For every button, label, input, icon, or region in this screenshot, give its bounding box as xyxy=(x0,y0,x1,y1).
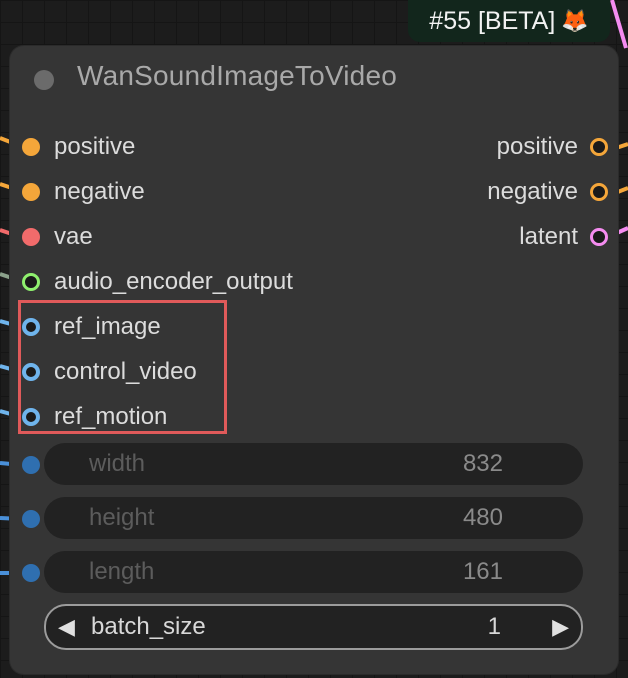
input-label: vae xyxy=(54,223,93,250)
input-label: audio_encoder_output xyxy=(54,268,293,295)
widget-value: 832 xyxy=(462,450,503,477)
widget-value: 161 xyxy=(462,558,503,585)
width-widget[interactable]: width 832 xyxy=(44,443,583,485)
output-label: negative xyxy=(487,178,578,205)
batch-size-label: batch_size xyxy=(91,613,206,640)
output-label: positive xyxy=(496,133,578,160)
input-slot-negative[interactable]: negative xyxy=(22,172,145,212)
wan-sound-image-to-video-node[interactable]: WanSoundImageToVideo positive negative v… xyxy=(10,46,618,674)
increment-arrow-icon[interactable]: ▶ xyxy=(552,606,569,648)
widget-label: width xyxy=(89,450,146,477)
widget-input-socket-icon[interactable] xyxy=(22,456,40,474)
input-slot-vae[interactable]: vae xyxy=(22,217,93,257)
batch-size-widget[interactable]: ◀ batch_size 1 ▶ xyxy=(44,604,583,650)
input-slot-audio-encoder-output[interactable]: audio_encoder_output xyxy=(22,262,293,302)
widget-value: 480 xyxy=(462,504,503,531)
widget-label: length xyxy=(89,558,155,585)
input-socket-icon[interactable] xyxy=(22,183,40,201)
input-label: positive xyxy=(54,133,136,160)
input-socket-icon[interactable] xyxy=(22,228,40,246)
output-slot-negative[interactable]: negative xyxy=(487,172,608,212)
length-widget[interactable]: length 161 xyxy=(44,551,583,593)
fox-icon: 🦊 xyxy=(561,8,589,33)
height-widget[interactable]: height 480 xyxy=(44,497,583,539)
node-id-text: #55 [BETA] xyxy=(429,7,556,35)
node-title: WanSoundImageToVideo xyxy=(77,60,397,91)
output-label: latent xyxy=(519,223,578,250)
batch-size-value[interactable]: 1 xyxy=(488,606,501,648)
decrement-arrow-icon[interactable]: ◀ xyxy=(58,606,75,648)
output-socket-icon[interactable] xyxy=(590,228,608,246)
output-socket-icon[interactable] xyxy=(590,183,608,201)
output-slot-positive[interactable]: positive xyxy=(497,127,608,167)
output-socket-icon[interactable] xyxy=(590,138,608,156)
collapse-dot-icon[interactable] xyxy=(34,70,54,90)
highlight-box xyxy=(18,300,227,434)
input-socket-icon[interactable] xyxy=(22,138,40,156)
widget-input-socket-icon[interactable] xyxy=(22,564,40,582)
node-id-badge: #55 [BETA] 🦊 xyxy=(408,0,610,42)
input-socket-icon[interactable] xyxy=(22,273,40,291)
widget-label: height xyxy=(89,504,155,531)
input-slot-positive[interactable]: positive xyxy=(22,127,135,167)
output-slot-latent[interactable]: latent xyxy=(519,217,608,257)
widget-input-socket-icon[interactable] xyxy=(22,510,40,528)
input-label: negative xyxy=(54,178,145,205)
